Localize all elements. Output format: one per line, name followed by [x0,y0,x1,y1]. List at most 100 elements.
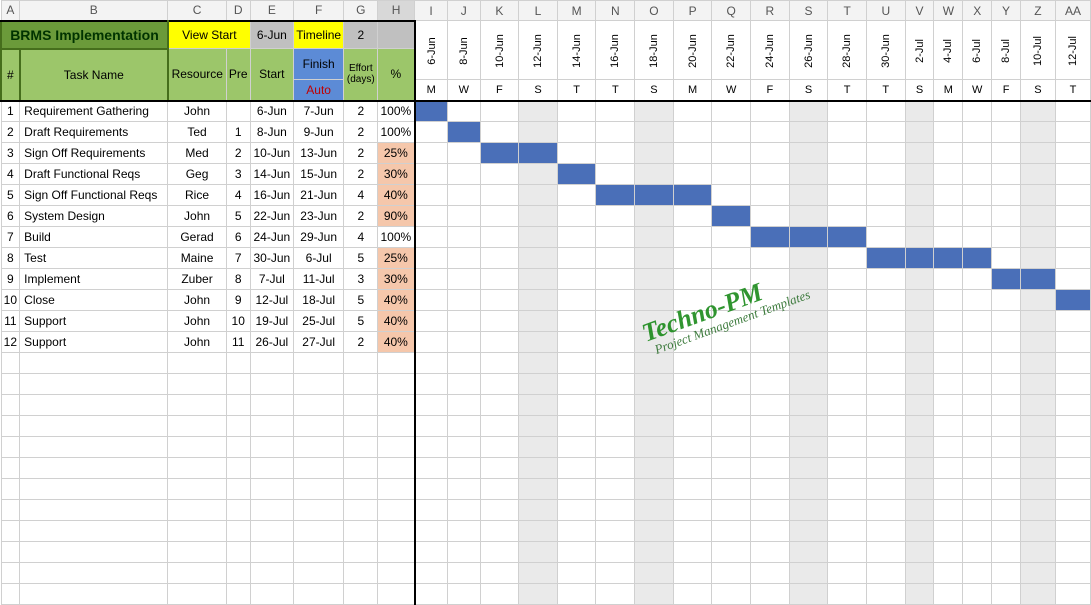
empty-cell[interactable] [293,584,344,605]
empty-gantt-cell[interactable] [1055,500,1090,521]
gantt-cell[interactable] [480,290,519,311]
gantt-cell[interactable] [751,206,790,227]
gantt-cell[interactable] [712,311,751,332]
empty-gantt-cell[interactable] [635,353,674,374]
finish-date[interactable]: 13-Jun [293,143,344,164]
gantt-cell[interactable] [828,269,867,290]
empty-cell[interactable] [168,584,226,605]
empty-cell[interactable] [378,374,415,395]
resource[interactable]: John [168,206,226,227]
empty-gantt-cell[interactable] [557,374,596,395]
empty-gantt-cell[interactable] [596,521,635,542]
predecessor[interactable] [226,101,250,122]
empty-gantt-cell[interactable] [480,416,519,437]
empty-cell[interactable] [344,374,378,395]
empty-gantt-cell[interactable] [828,458,867,479]
empty-cell[interactable] [168,458,226,479]
gantt-cell[interactable] [905,290,934,311]
resource[interactable]: Geg [168,164,226,185]
task-name[interactable]: Requirement Gathering [20,101,168,122]
gantt-cell[interactable] [934,101,963,122]
predecessor[interactable]: 5 [226,206,250,227]
gantt-cell[interactable] [1020,122,1055,143]
gantt-cell[interactable] [519,101,558,122]
gantt-cell[interactable] [1020,101,1055,122]
empty-gantt-cell[interactable] [596,353,635,374]
gantt-cell[interactable] [934,311,963,332]
empty-gantt-cell[interactable] [596,458,635,479]
column-header-A[interactable]: A [1,1,20,21]
empty-gantt-cell[interactable] [1020,584,1055,605]
empty-gantt-cell[interactable] [448,521,481,542]
gantt-cell[interactable] [992,185,1021,206]
gantt-cell[interactable] [635,311,674,332]
gantt-cell[interactable] [596,122,635,143]
empty-gantt-cell[interactable] [866,563,905,584]
resource[interactable]: Zuber [168,269,226,290]
empty-gantt-cell[interactable] [992,395,1021,416]
empty-gantt-cell[interactable] [596,395,635,416]
empty-gantt-cell[interactable] [751,500,790,521]
gantt-cell[interactable] [635,269,674,290]
empty-gantt-cell[interactable] [448,353,481,374]
empty-gantt-cell[interactable] [992,374,1021,395]
gantt-cell[interactable] [480,185,519,206]
gantt-cell[interactable] [963,290,992,311]
gantt-cell[interactable] [866,122,905,143]
empty-cell[interactable] [226,584,250,605]
empty-gantt-cell[interactable] [934,353,963,374]
empty-cell[interactable] [293,395,344,416]
gantt-cell[interactable] [415,248,448,269]
empty-gantt-cell[interactable] [789,395,828,416]
empty-gantt-cell[interactable] [992,584,1021,605]
gantt-cell[interactable] [1020,227,1055,248]
gantt-cell[interactable] [635,185,674,206]
empty-gantt-cell[interactable] [789,500,828,521]
gantt-cell[interactable] [415,206,448,227]
gantt-cell[interactable] [448,164,481,185]
empty-gantt-cell[interactable] [1020,563,1055,584]
gantt-cell[interactable] [480,101,519,122]
empty-gantt-cell[interactable] [519,479,558,500]
column-header-O[interactable]: O [635,1,674,21]
empty-gantt-cell[interactable] [480,500,519,521]
empty-gantt-cell[interactable] [828,584,867,605]
gantt-cell[interactable] [557,290,596,311]
empty-cell[interactable] [250,437,293,458]
gantt-cell[interactable] [519,269,558,290]
empty-gantt-cell[interactable] [905,479,934,500]
empty-gantt-cell[interactable] [963,395,992,416]
resource[interactable]: John [168,290,226,311]
gantt-cell[interactable] [934,248,963,269]
gantt-cell[interactable] [905,185,934,206]
empty-gantt-cell[interactable] [635,500,674,521]
empty-gantt-cell[interactable] [480,395,519,416]
column-header-U[interactable]: U [866,1,905,21]
empty-cell[interactable] [226,395,250,416]
empty-cell[interactable] [226,374,250,395]
gantt-cell[interactable] [963,122,992,143]
column-header-G[interactable]: G [344,1,378,21]
empty-gantt-cell[interactable] [905,521,934,542]
gantt-cell[interactable] [963,164,992,185]
empty-gantt-cell[interactable] [963,479,992,500]
gantt-cell[interactable] [519,122,558,143]
gantt-cell[interactable] [596,290,635,311]
gantt-cell[interactable] [557,122,596,143]
gantt-cell[interactable] [789,206,828,227]
empty-cell[interactable] [344,395,378,416]
gantt-cell[interactable] [934,269,963,290]
empty-cell[interactable] [20,584,168,605]
empty-gantt-cell[interactable] [596,374,635,395]
gantt-cell[interactable] [712,164,751,185]
empty-gantt-cell[interactable] [963,458,992,479]
empty-cell[interactable] [293,500,344,521]
empty-gantt-cell[interactable] [934,416,963,437]
empty-cell[interactable] [20,437,168,458]
empty-cell[interactable] [378,458,415,479]
gantt-cell[interactable] [557,248,596,269]
empty-cell[interactable] [226,437,250,458]
finish-date[interactable]: 25-Jul [293,311,344,332]
gantt-cell[interactable] [934,290,963,311]
empty-cell[interactable] [20,521,168,542]
